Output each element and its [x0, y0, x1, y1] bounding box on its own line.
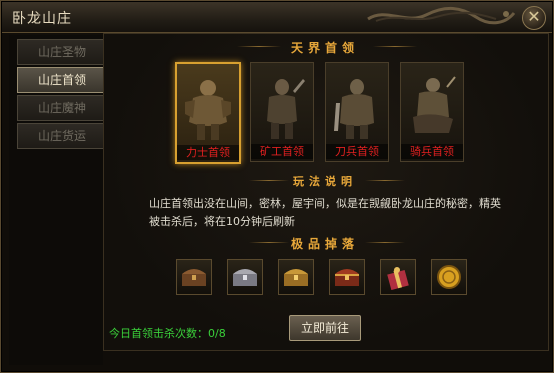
drop-item-bronze-chest[interactable]	[176, 259, 212, 295]
sidebar-item-demons[interactable]: 山庄魔神	[17, 95, 107, 121]
boss-label: 矿工首领	[251, 144, 313, 159]
drops-section-title: 极品掉落	[290, 237, 359, 251]
close-icon: ✕	[527, 7, 541, 26]
blade-boss-icon	[334, 79, 374, 139]
miner-boss-icon	[267, 79, 305, 139]
red-chest-icon	[335, 269, 359, 286]
drop-item-red-chest[interactable]	[329, 259, 365, 295]
boss-card-cavalry[interactable]: 骑兵首领	[400, 62, 464, 162]
warrior-boss-icon	[185, 80, 231, 140]
boss-label: 刀兵首领	[326, 144, 388, 159]
close-button[interactable]: ✕	[522, 6, 546, 30]
sidebar-item-label: 山庄魔神	[37, 101, 86, 115]
divider	[365, 242, 405, 243]
gift-box-icon	[387, 267, 409, 290]
boss-label: 骑兵首领	[401, 144, 463, 159]
sidebar: 山庄圣物 山庄首领 山庄魔神 山庄货运	[9, 35, 107, 365]
rules-section-title: 玩法说明	[293, 175, 357, 188]
title-bar[interactable]: 卧龙山庄 ✕	[2, 2, 552, 33]
dragon-ornament-icon	[367, 7, 516, 25]
drop-item-gold-coin[interactable]	[431, 259, 467, 295]
bosses-section-title: 天界首领	[290, 41, 359, 55]
divider	[373, 46, 417, 47]
sidebar-item-bosses[interactable]: 山庄首领	[17, 67, 107, 93]
rules-description: 山庄首领出没在山间，密林，屋宇间，似是在觊觎卧龙山庄的秘密，精英被击杀后，将在1…	[149, 197, 501, 228]
sidebar-item-label: 山庄圣物	[37, 45, 86, 59]
sidebar-item-cargo[interactable]: 山庄货运	[17, 123, 107, 149]
boss-label: 力士首领	[177, 145, 239, 160]
drop-item-silver-chest[interactable]	[227, 259, 263, 295]
daily-kill-count: 今日首领击杀次数：0/8	[109, 327, 226, 340]
boss-card-warrior[interactable]: 力士首领	[175, 62, 241, 164]
wolong-manor-window: 卧龙山庄 ✕ 山庄圣物 山庄首领 山庄魔神 山庄货运 天界首领 力士首领 矿工首…	[0, 0, 554, 373]
boss-card-miner[interactable]: 矿工首领	[250, 62, 314, 162]
window-title: 卧龙山庄	[12, 11, 72, 27]
cavalry-boss-icon	[413, 76, 456, 133]
sidebar-item-relics[interactable]: 山庄圣物	[17, 39, 107, 65]
go-now-button[interactable]: 立即前往	[289, 315, 361, 341]
boss-card-blade[interactable]: 刀兵首领	[325, 62, 389, 162]
bronze-chest-icon	[182, 269, 206, 286]
divider	[365, 180, 405, 181]
drop-item-gold-chest[interactable]	[278, 259, 314, 295]
sidebar-item-label: 山庄货运	[37, 129, 86, 143]
gold-coin-icon	[437, 265, 461, 289]
drop-item-gift-box[interactable]	[380, 259, 416, 295]
silver-chest-icon	[233, 269, 257, 286]
gold-chest-icon	[284, 269, 308, 286]
sidebar-item-label: 山庄首领	[37, 73, 86, 87]
